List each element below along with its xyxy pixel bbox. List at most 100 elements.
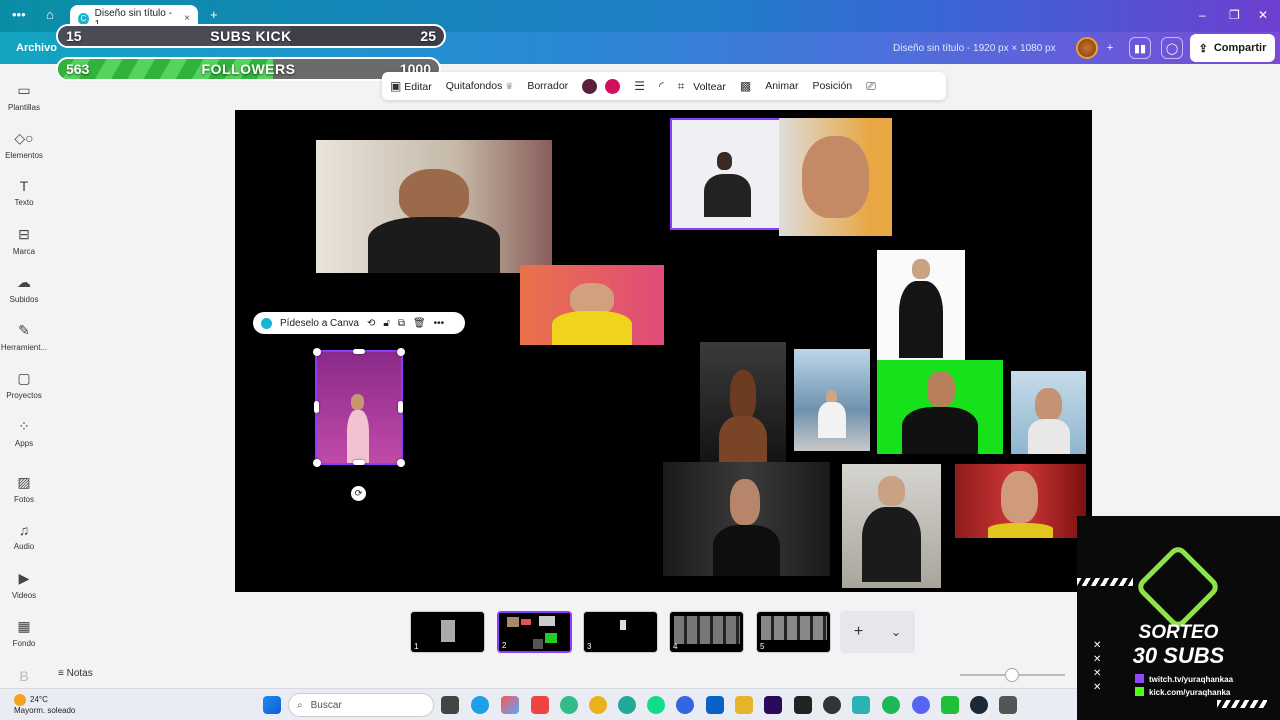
sidebar-item-audio[interactable]: ♫ Audio <box>0 522 48 551</box>
bg-remover-button[interactable]: Quitafondos ♛ <box>446 80 514 92</box>
page-thumbnail-5[interactable]: 5 <box>756 611 831 653</box>
rotate-icon[interactable]: ⟳ <box>351 486 366 501</box>
comments-icon[interactable]: ◯ <box>1161 37 1183 59</box>
edge-icon[interactable] <box>471 696 489 714</box>
photo-man-red-background[interactable] <box>955 464 1086 538</box>
sidebar-item-projects[interactable]: ▢ Proyectos <box>0 370 48 400</box>
window-close-button[interactable]: ✕ <box>1258 8 1268 22</box>
task-view-icon[interactable] <box>441 696 459 714</box>
color-swatch-2[interactable] <box>605 78 621 94</box>
replace-icon[interactable]: ⟲ <box>367 318 375 329</box>
border-style-icon[interactable]: ☰ <box>634 79 645 93</box>
resize-handle-bottom[interactable] <box>353 460 365 465</box>
active-browser-icon[interactable] <box>676 696 694 714</box>
eraser-button[interactable]: Borrador <box>527 80 568 92</box>
chrome-profile-3-icon[interactable] <box>647 696 665 714</box>
spotify-icon[interactable] <box>882 696 900 714</box>
photo-man-sunglasses[interactable] <box>842 464 941 588</box>
more-options-icon[interactable]: ••• <box>434 318 445 329</box>
user-avatar[interactable] <box>1076 37 1098 59</box>
zoom-slider-handle[interactable] <box>1005 668 1019 682</box>
discord-icon[interactable] <box>912 696 930 714</box>
edit-button[interactable]: ▣ Editar <box>390 79 432 93</box>
app-2-icon[interactable] <box>852 696 870 714</box>
sidebar-item-templates[interactable]: ▭ Plantillas <box>0 82 48 112</box>
resize-handle-right[interactable] <box>398 401 403 413</box>
transparency-icon[interactable]: ▩ <box>740 79 751 93</box>
photo-man-drinking[interactable] <box>1011 371 1086 454</box>
animate-button[interactable]: Animar <box>765 80 798 92</box>
sidebar-item-photos[interactable]: ▨ Fotos <box>0 474 48 504</box>
sidebar-item-elements[interactable]: ◇○ Elementos <box>0 130 48 160</box>
chrome-profile-2-icon[interactable] <box>618 696 636 714</box>
color-swatch-1[interactable] <box>582 78 598 94</box>
page-thumbnail-4[interactable]: 4 <box>669 611 744 653</box>
resize-handle-bl[interactable] <box>313 459 321 467</box>
document-title[interactable]: Diseño sin título - 1920 px × 1080 px <box>893 43 1056 54</box>
page-thumbnail-1[interactable]: 1 <box>410 611 485 653</box>
outlook-icon[interactable] <box>706 696 724 714</box>
weather-widget[interactable]: 24°C Mayorm. soleado <box>14 694 75 716</box>
photo-man-headset[interactable] <box>663 462 830 576</box>
browser-menu-icon[interactable]: ••• <box>12 7 26 22</box>
ask-canva-button[interactable]: Pídeselo a Canva <box>280 318 359 329</box>
capcut-icon[interactable] <box>794 696 812 714</box>
photo-woman-laptop[interactable] <box>670 118 781 230</box>
copy-style-icon[interactable]: ⎚ <box>866 79 876 94</box>
sidebar-item-background[interactable]: ▦ Fondo <box>0 618 48 648</box>
resize-handle-tl[interactable] <box>313 348 321 356</box>
lock-icon[interactable]: 🔓︎ <box>383 318 389 329</box>
crop-icon[interactable]: ⌗ <box>678 79 685 93</box>
corner-rounding-icon[interactable]: ◜ <box>659 79 664 93</box>
page-thumbnail-2[interactable]: 2 <box>497 611 572 653</box>
resize-handle-tr[interactable] <box>397 348 405 356</box>
tab-close-icon[interactable]: × <box>184 13 190 24</box>
sidebar-item-uploads[interactable]: ☁ Subidos <box>0 274 48 304</box>
windows-start-icon[interactable] <box>263 696 281 714</box>
sidebar-item-tools[interactable]: ✎ Herramient... <box>0 322 48 352</box>
home-icon[interactable]: ⌂ <box>46 7 54 22</box>
share-button[interactable]: ⇪ Compartir <box>1190 34 1275 62</box>
resize-handle-br[interactable] <box>397 459 405 467</box>
duplicate-icon[interactable]: ⧉ <box>398 318 405 329</box>
sidebar-item-apps[interactable]: ⁘ Apps <box>0 418 48 448</box>
photo-laughing-man[interactable] <box>779 118 892 236</box>
steam-icon[interactable] <box>970 696 988 714</box>
flip-button[interactable]: ⌗ Voltear <box>678 79 726 94</box>
file-menu-button[interactable]: Archivo <box>16 42 57 54</box>
new-tab-button[interactable]: + <box>210 7 218 22</box>
sidebar-item-text[interactable]: T Texto <box>0 178 48 207</box>
photo-man-waving[interactable] <box>316 140 552 273</box>
insights-icon[interactable]: ▮▮ <box>1129 37 1151 59</box>
photo-woman-live-fest[interactable] <box>315 350 403 465</box>
add-page-icon[interactable]: + <box>854 623 863 641</box>
app-3-icon[interactable] <box>941 696 959 714</box>
photo-man-greenscreen[interactable] <box>877 360 1003 454</box>
resize-handle-top[interactable] <box>353 349 365 354</box>
notes-button[interactable]: ≡ Notas <box>58 668 93 679</box>
resize-handle-left[interactable] <box>314 401 319 413</box>
photo-man-white-cap[interactable] <box>520 265 664 345</box>
sidebar-item-brand[interactable]: ⊟ Marca <box>0 226 48 256</box>
copilot-icon[interactable] <box>501 696 519 714</box>
taskbar-search[interactable]: ⌕ Buscar <box>288 693 434 717</box>
minimize-button[interactable]: – <box>1199 8 1206 22</box>
app-4-icon[interactable] <box>999 696 1017 714</box>
chevron-down-icon[interactable]: ⌄ <box>891 625 901 639</box>
position-button[interactable]: Posición <box>812 80 852 92</box>
premiere-icon[interactable] <box>764 696 782 714</box>
page-thumbnail-3[interactable]: 3 <box>583 611 658 653</box>
chrome-icon[interactable] <box>560 696 578 714</box>
photo-man-boat[interactable] <box>794 349 870 451</box>
file-explorer-icon[interactable] <box>735 696 753 714</box>
obs-icon[interactable] <box>823 696 841 714</box>
app-icon[interactable] <box>531 696 549 714</box>
chrome-profile-icon[interactable] <box>589 696 607 714</box>
sidebar-item-videos[interactable]: ▶ Videos <box>0 570 48 600</box>
photo-bodybuilder[interactable] <box>700 342 786 470</box>
add-page-button[interactable]: + ⌄ <box>840 611 915 653</box>
delete-icon[interactable]: 🗑︎ <box>413 318 426 329</box>
restore-button[interactable]: ❐ <box>1229 8 1240 22</box>
add-collaborator-button[interactable]: + <box>1099 37 1121 59</box>
photo-man-kick-shirt[interactable] <box>877 250 965 360</box>
